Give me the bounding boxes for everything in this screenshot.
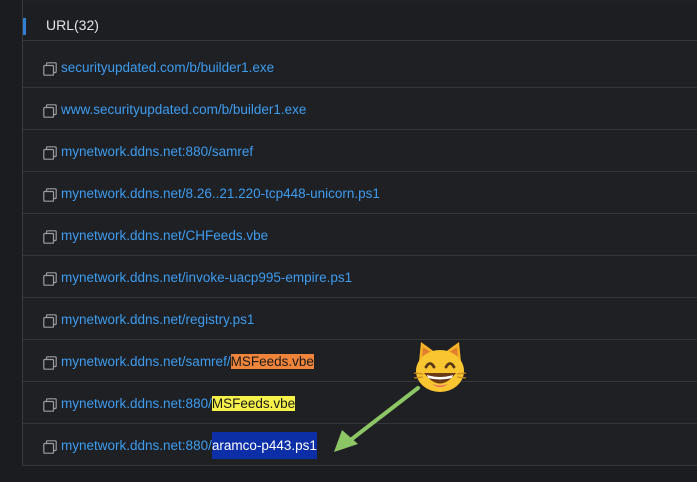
url-link[interactable]: www.securityupdated.com/b/builder1.exe	[61, 102, 306, 117]
url-row[interactable]: mynetwork.ddns.net/CHFeeds.vbe	[23, 214, 697, 256]
copy-icon[interactable]	[43, 62, 57, 76]
copy-icon[interactable]	[43, 398, 57, 412]
highlighted-filename: MSFeeds.vbe	[211, 396, 296, 411]
url-text: mynetwork.ddns.net:880/samref	[61, 144, 254, 159]
page: URL(32) securityupdated.com/b/builder1.e…	[0, 0, 697, 482]
copy-icon[interactable]	[43, 356, 57, 370]
url-text: mynetwork.ddns.net/CHFeeds.vbe	[61, 228, 269, 243]
highlighted-filename: MSFeeds.vbe	[230, 354, 314, 369]
copy-icon[interactable]	[43, 272, 57, 286]
grinning-cat-emoji-icon	[413, 342, 467, 392]
url-row[interactable]: mynetwork.ddns.net:880/samref	[23, 130, 697, 172]
url-link[interactable]: mynetwork.ddns.net/registry.ps1	[61, 312, 254, 327]
url-row[interactable]: securityupdated.com/b/builder1.exe	[23, 46, 697, 88]
copy-icon[interactable]	[43, 440, 57, 454]
url-text: mynetwork.ddns.net:880/	[61, 396, 212, 411]
url-text: mynetwork.ddns.net:880/	[61, 438, 212, 453]
url-row[interactable]: mynetwork.ddns.net/registry.ps1	[23, 298, 697, 340]
url-text: securityupdated.com/b/builder1.exe	[61, 60, 275, 75]
section-header[interactable]: URL(32)	[23, 3, 697, 41]
url-row[interactable]: mynetwork.ddns.net/samref/MSFeeds.vbe	[23, 340, 697, 382]
url-text: mynetwork.ddns.net/registry.ps1	[61, 312, 255, 327]
url-text: www.securityupdated.com/b/builder1.exe	[61, 102, 307, 117]
url-text: mynetwork.ddns.net/invoke-uacp995-empire…	[61, 270, 353, 285]
url-link[interactable]: mynetwork.ddns.net/8.26..21.220-tcp448-u…	[61, 186, 380, 201]
highlighted-filename: aramco-p443.ps1	[211, 432, 317, 459]
url-link[interactable]: mynetwork.ddns.net/invoke-uacp995-empire…	[61, 270, 352, 285]
copy-icon[interactable]	[43, 188, 57, 202]
url-link[interactable]: mynetwork.ddns.net:880/samref	[61, 144, 253, 159]
copy-icon[interactable]	[43, 230, 57, 244]
url-link[interactable]: mynetwork.ddns.net:880/MSFeeds.vbe	[61, 396, 296, 411]
url-row[interactable]: mynetwork.ddns.net/invoke-uacp995-empire…	[23, 256, 697, 298]
section-accent-bar	[23, 18, 26, 35]
url-text: mynetwork.ddns.net/8.26..21.220-tcp448-u…	[61, 186, 380, 201]
url-text: mynetwork.ddns.net/samref/	[61, 354, 231, 369]
url-link[interactable]: mynetwork.ddns.net/CHFeeds.vbe	[61, 228, 268, 243]
copy-icon[interactable]	[43, 314, 57, 328]
url-link[interactable]: mynetwork.ddns.net:880/aramco-p443.ps1	[61, 432, 317, 459]
url-row[interactable]: mynetwork.ddns.net/8.26..21.220-tcp448-u…	[23, 172, 697, 214]
url-row[interactable]: www.securityupdated.com/b/builder1.exe	[23, 88, 697, 130]
copy-icon[interactable]	[43, 146, 57, 160]
url-link[interactable]: mynetwork.ddns.net/samref/MSFeeds.vbe	[61, 354, 314, 369]
url-link[interactable]: securityupdated.com/b/builder1.exe	[61, 60, 274, 75]
section-title: URL(32)	[46, 17, 99, 33]
copy-icon[interactable]	[43, 104, 57, 118]
